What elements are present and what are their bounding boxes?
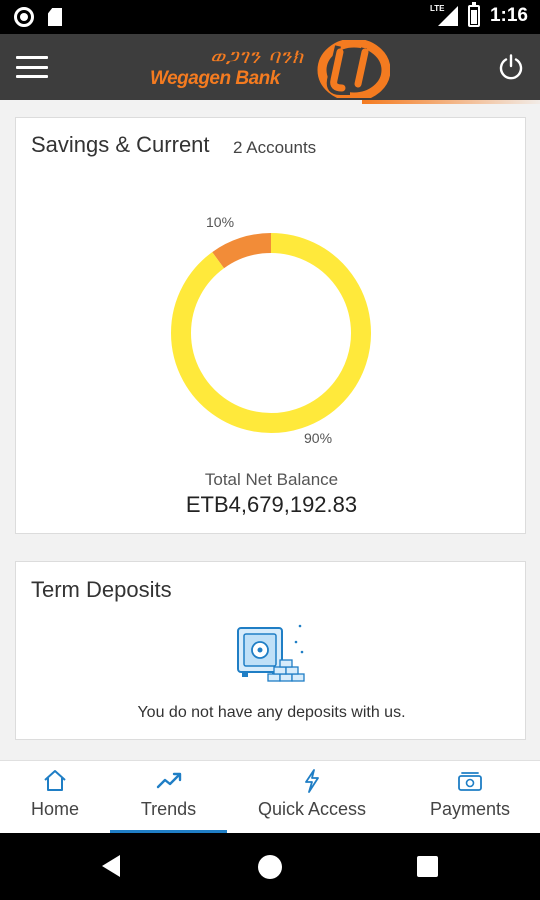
donut-svg (171, 233, 371, 433)
nav-trends[interactable]: Trends (110, 761, 227, 834)
battery-icon (467, 2, 480, 27)
logo-mark-icon (317, 40, 390, 98)
lightning-icon (305, 769, 319, 793)
power-icon[interactable] (498, 54, 524, 80)
donut-slice-yellow (171, 233, 371, 433)
logo-amharic-text: ወጋገን ባንክ (210, 44, 304, 68)
home-circle-icon[interactable] (258, 855, 282, 879)
hamburger-menu-icon[interactable] (16, 56, 48, 78)
slice-label-orange: 10% (206, 214, 235, 230)
nav-trends-label: Trends (140, 799, 197, 819)
logo-bank-name: Wegagen Bank (150, 68, 280, 89)
status-bar: LTE 1:16 (0, 0, 540, 34)
trends-icon (156, 772, 181, 789)
safe-with-gold-bars-icon (237, 624, 305, 682)
term-deposits-card[interactable]: Term Deposits You do not have any deposi… (15, 561, 526, 740)
term-deposits-title: Term Deposits (31, 577, 172, 602)
bottom-navigation: Home Trends Quick Access Payments (0, 760, 540, 834)
lte-signal-icon: LTE (430, 4, 458, 28)
slice-label-yellow: 90% (304, 430, 333, 446)
notification-dot-icon (14, 7, 34, 27)
home-icon (44, 770, 66, 791)
total-net-balance-value: ETB4,679,192.83 (185, 492, 358, 517)
savings-current-card[interactable]: Savings & Current 2 Accounts 10% 90% Tot… (15, 117, 526, 534)
recent-apps-icon[interactable] (417, 856, 438, 877)
payments-icon (458, 772, 482, 791)
bank-logo: ወጋገን ባንክ Wegagen Bank (150, 40, 390, 98)
status-time: 1:16 (489, 5, 528, 26)
no-deposits-message: You do not have any deposits with us. (137, 704, 406, 721)
nav-payments[interactable]: Payments (400, 761, 540, 834)
back-icon[interactable] (102, 855, 120, 877)
nav-quick-access-label: Quick Access (257, 799, 367, 819)
nav-home-label: Home (30, 799, 79, 819)
system-navigation-bar (0, 833, 540, 900)
total-net-balance-label: Total Net Balance (204, 470, 339, 489)
donut-slice-orange (212, 233, 272, 269)
header-accent-line (362, 100, 540, 104)
nav-home[interactable]: Home (0, 761, 110, 834)
nav-payments-label: Payments (429, 799, 511, 819)
sd-card-icon (48, 8, 62, 26)
nav-quick-access[interactable]: Quick Access (242, 761, 382, 834)
app-header: ወጋገን ባንክ Wegagen Bank (0, 34, 540, 100)
